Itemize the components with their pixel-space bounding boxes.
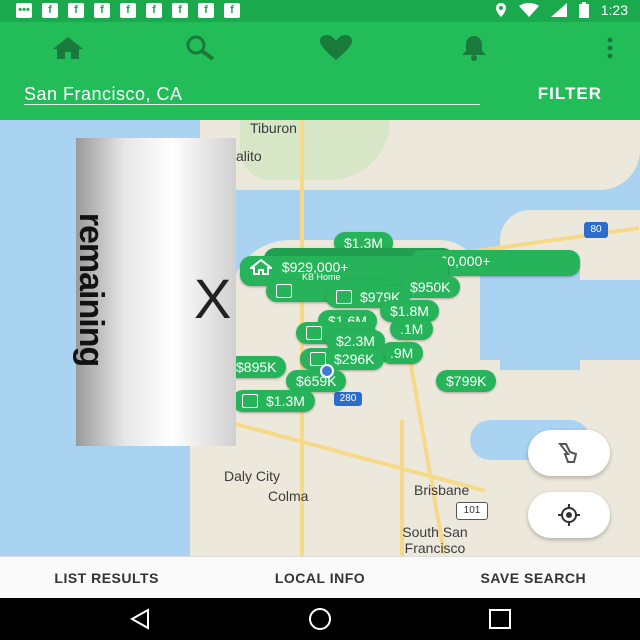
listing-pin[interactable]: $799K xyxy=(436,370,497,392)
save-search-button[interactable]: SAVE SEARCH xyxy=(427,570,640,586)
pin-price: $1.3M xyxy=(266,393,305,409)
place-label: Colma xyxy=(268,488,309,504)
status-bar: ••• f f f f f f f f 1:23 xyxy=(0,0,640,22)
place-label: alito xyxy=(236,148,262,164)
home-icon[interactable] xyxy=(50,34,86,62)
highway-shield-101: 101 xyxy=(456,502,488,520)
system-status: 1:23 xyxy=(495,2,628,18)
system-navigation-bar xyxy=(0,598,640,640)
message-icon: ••• xyxy=(16,3,32,18)
my-location-button[interactable] xyxy=(528,492,610,538)
back-icon[interactable] xyxy=(128,608,152,635)
battery-icon xyxy=(578,2,589,18)
overlay-x-mark: X xyxy=(194,267,232,330)
open-house-icon xyxy=(276,284,292,298)
app-notification-icon: f xyxy=(68,3,84,18)
location-icon xyxy=(495,3,506,17)
place-label: Brisbane xyxy=(414,482,470,498)
clock: 1:23 xyxy=(600,2,628,18)
place-label: Tiburon xyxy=(250,120,297,136)
overflow-menu-icon[interactable] xyxy=(592,34,628,62)
home-circle-icon[interactable] xyxy=(306,608,334,635)
place-label: South San Francisco xyxy=(402,524,468,556)
listing-pin[interactable]: $1.3M xyxy=(232,390,315,412)
signal-icon xyxy=(550,3,567,17)
local-info-button[interactable]: LOCAL INFO xyxy=(213,570,426,586)
app-notification-icon: f xyxy=(198,3,214,18)
app-notification-icon: f xyxy=(172,3,188,18)
listing-pin[interactable]: $659K xyxy=(286,370,347,392)
list-results-button[interactable]: LIST RESULTS xyxy=(0,570,213,586)
filter-button[interactable]: FILTER xyxy=(538,84,602,104)
place-label: Daly City xyxy=(224,468,281,484)
bottom-action-bar: LIST RESULTS LOCAL INFO SAVE SEARCH xyxy=(0,556,640,599)
app-notification-icon: f xyxy=(120,3,136,18)
app-notification-icon: f xyxy=(94,3,110,18)
hand-pointer-icon xyxy=(557,443,578,463)
search-icon[interactable] xyxy=(182,34,218,62)
location-search-field[interactable]: San Francisco, CA xyxy=(24,84,480,105)
overlay-word: remaining xyxy=(72,212,111,367)
listing-pin[interactable]: $296K xyxy=(300,348,385,370)
app-notification-icon: f xyxy=(42,3,58,18)
favorites-heart-icon[interactable] xyxy=(318,34,354,62)
open-house-icon xyxy=(336,290,352,304)
open-house-icon xyxy=(242,394,258,408)
app-bar xyxy=(0,22,640,120)
pin-price: $296K xyxy=(334,351,375,367)
notification-icons: ••• f f f f f f f f xyxy=(16,3,240,18)
bell-icon[interactable] xyxy=(456,34,492,62)
home-icon xyxy=(248,258,274,275)
open-house-icon xyxy=(306,326,322,340)
current-location-dot xyxy=(320,364,334,378)
app-notification-icon: f xyxy=(146,3,162,18)
draw-search-button[interactable] xyxy=(528,430,610,476)
app-notification-icon: f xyxy=(224,3,240,18)
highway-shield-280: 280 xyxy=(334,392,362,406)
recents-icon[interactable] xyxy=(488,608,512,635)
listing-pin[interactable]: .9M xyxy=(380,342,424,364)
crosshair-icon xyxy=(558,504,580,526)
overlay-image: remaining X xyxy=(72,138,236,446)
search-input[interactable]: San Francisco, CA xyxy=(24,84,183,104)
wifi-icon xyxy=(518,3,539,17)
highway-shield-80: 80 xyxy=(584,222,608,238)
listing-pin[interactable]: .1M xyxy=(390,318,434,340)
